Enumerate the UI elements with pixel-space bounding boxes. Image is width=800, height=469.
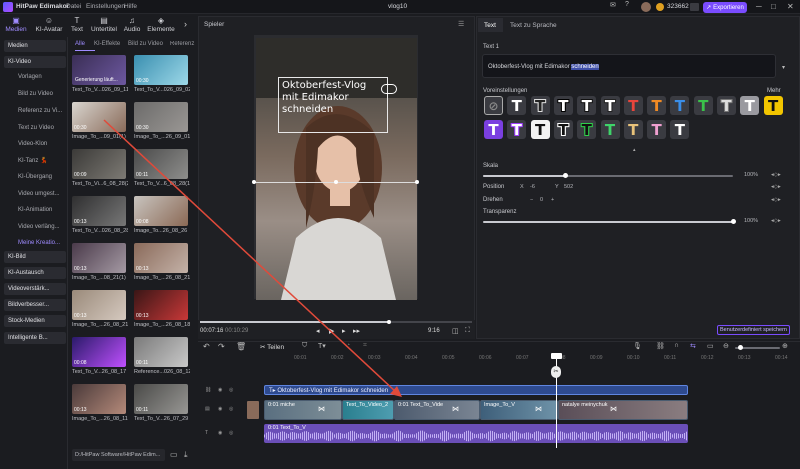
annotation-arrow [103,119,402,397]
